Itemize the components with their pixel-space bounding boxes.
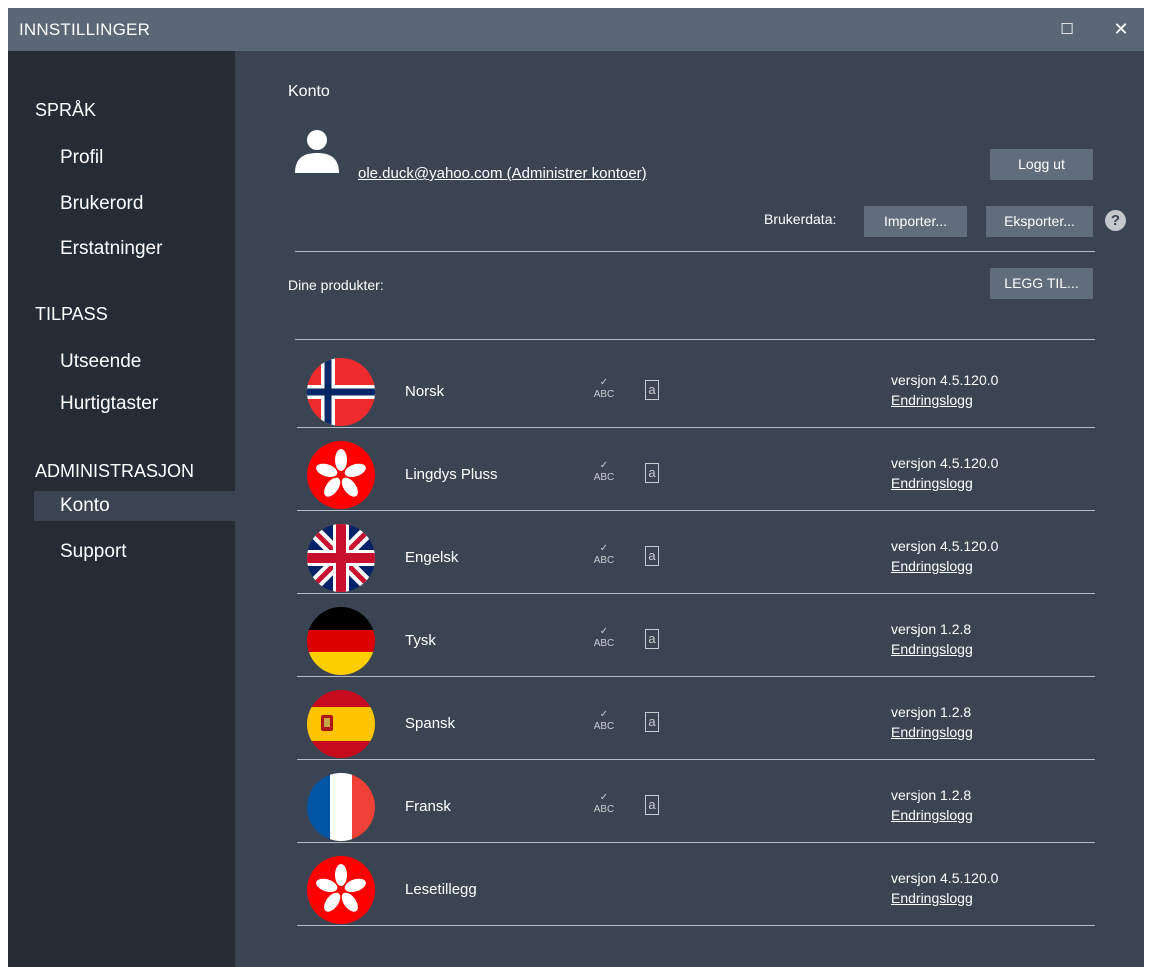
norway-flag-icon — [307, 358, 375, 426]
product-version: versjon 4.5.120.0 — [891, 372, 999, 388]
spellcheck-icon: ✓ ABC — [593, 460, 615, 483]
section-sprak: SPRÅK — [35, 100, 97, 120]
section-tilpass: TILPASS — [35, 304, 108, 324]
changelog-link[interactable]: Endringslogg — [891, 641, 973, 657]
settings-window: INNSTILLINGER ☐ ✕ SPRÅK Profil Brukerord… — [8, 8, 1144, 967]
section-administrasjon: ADMINISTRASJON — [35, 461, 195, 481]
product-row: Engelsk ✓ ABC a versjon 4.5.120.0 Endringslog… — [297, 511, 1095, 594]
product-name: Lesetillegg — [405, 881, 477, 898]
product-name: Spansk — [405, 715, 456, 732]
title-bar: INNSTILLINGER ☐ ✕ — [8, 8, 1144, 51]
help-icon[interactable]: ? — [1105, 210, 1126, 231]
product-row: Spansk ✓ ABC a versjon 1.2.8 Endringslogg — [297, 677, 1095, 760]
row-divider — [297, 925, 1095, 926]
changelog-link[interactable]: Endringslogg — [891, 807, 973, 823]
sidebar-item-brukerord[interactable]: Brukerord — [60, 193, 143, 215]
export-button[interactable]: Eksporter... — [986, 206, 1093, 237]
product-name: Tysk — [405, 632, 436, 649]
divider — [295, 251, 1095, 252]
product-version: versjon 1.2.8 — [891, 704, 972, 720]
lingdys-flag-icon — [307, 856, 375, 924]
userdata-label: Brukerdata: — [764, 211, 837, 227]
products-label: Dine produkter: — [288, 277, 384, 293]
product-row: Fransk ✓ ABC a versjon 1.2.8 Endringslogg — [297, 760, 1095, 843]
spellcheck-icon: ✓ ABC — [593, 377, 615, 400]
product-row: Norsk ✓ ABC a versjon 4.5.120.0 Endringslogg — [297, 345, 1095, 428]
product-row: Tysk ✓ ABC a versjon 1.2.8 Endringslogg — [297, 594, 1095, 677]
spain-flag-icon — [307, 690, 375, 758]
dictionary-icon: a — [645, 380, 659, 400]
import-button[interactable]: Importer... — [864, 206, 967, 237]
france-flag-icon — [307, 773, 375, 841]
product-name: Fransk — [405, 798, 451, 815]
maximize-button[interactable]: ☐ — [1044, 8, 1090, 51]
product-row: Lesetillegg versjon 4.5.120.0 Endringslogg — [297, 843, 1095, 926]
window-title: INNSTILLINGER — [19, 20, 151, 39]
lingdys-flag-icon — [307, 441, 375, 509]
user-avatar-icon — [295, 130, 339, 173]
changelog-link[interactable]: Endringslogg — [891, 724, 973, 740]
changelog-link[interactable]: Endringslogg — [891, 558, 973, 574]
uk-flag-icon — [307, 524, 375, 592]
germany-flag-icon — [307, 607, 375, 675]
product-row: Lingdys Pluss ✓ ABC a versjon 4.5.120.0 Endri… — [297, 428, 1095, 511]
divider — [295, 339, 1095, 340]
dictionary-icon: a — [645, 463, 659, 483]
spellcheck-icon: ✓ ABC — [593, 792, 615, 815]
product-version: versjon 1.2.8 — [891, 787, 972, 803]
spellcheck-icon: ✓ ABC — [593, 709, 615, 732]
sidebar: SPRÅK Profil Brukerord Erstatninger TILP… — [8, 51, 235, 967]
product-name: Norsk — [405, 383, 445, 400]
product-name: Engelsk — [405, 549, 459, 566]
page-title: Konto — [288, 83, 330, 100]
changelog-link[interactable]: Endringslogg — [891, 475, 973, 491]
account-email-link[interactable]: ole.duck@yahoo.com (Administrer kontoer) — [358, 165, 647, 182]
product-version: versjon 4.5.120.0 — [891, 870, 999, 886]
sidebar-item-hurtigtaster[interactable]: Hurtigtaster — [60, 393, 158, 415]
spellcheck-icon: ✓ ABC — [593, 543, 615, 566]
product-version: versjon 4.5.120.0 — [891, 455, 999, 471]
logout-button[interactable]: Logg ut — [990, 149, 1093, 180]
sidebar-item-profil[interactable]: Profil — [60, 147, 103, 169]
dictionary-icon: a — [645, 629, 659, 649]
spellcheck-icon: ✓ ABC — [593, 626, 615, 649]
sidebar-item-erstatninger[interactable]: Erstatninger — [60, 238, 162, 260]
close-button[interactable]: ✕ — [1098, 8, 1144, 51]
account-panel: Konto ole.duck@yahoo.com (Administrer ko… — [235, 51, 1144, 967]
sidebar-item-utseende[interactable]: Utseende — [60, 351, 141, 373]
dictionary-icon: a — [645, 795, 659, 815]
product-name: Lingdys Pluss — [405, 466, 498, 483]
changelog-link[interactable]: Endringslogg — [891, 890, 973, 906]
dictionary-icon: a — [645, 712, 659, 732]
product-version: versjon 4.5.120.0 — [891, 538, 999, 554]
sidebar-item-support[interactable]: Support — [60, 541, 127, 563]
sidebar-item-konto[interactable]: Konto — [60, 495, 110, 517]
changelog-link[interactable]: Endringslogg — [891, 392, 973, 408]
dictionary-icon: a — [645, 546, 659, 566]
product-version: versjon 1.2.8 — [891, 621, 972, 637]
add-product-button[interactable]: LEGG TIL... — [990, 268, 1093, 299]
